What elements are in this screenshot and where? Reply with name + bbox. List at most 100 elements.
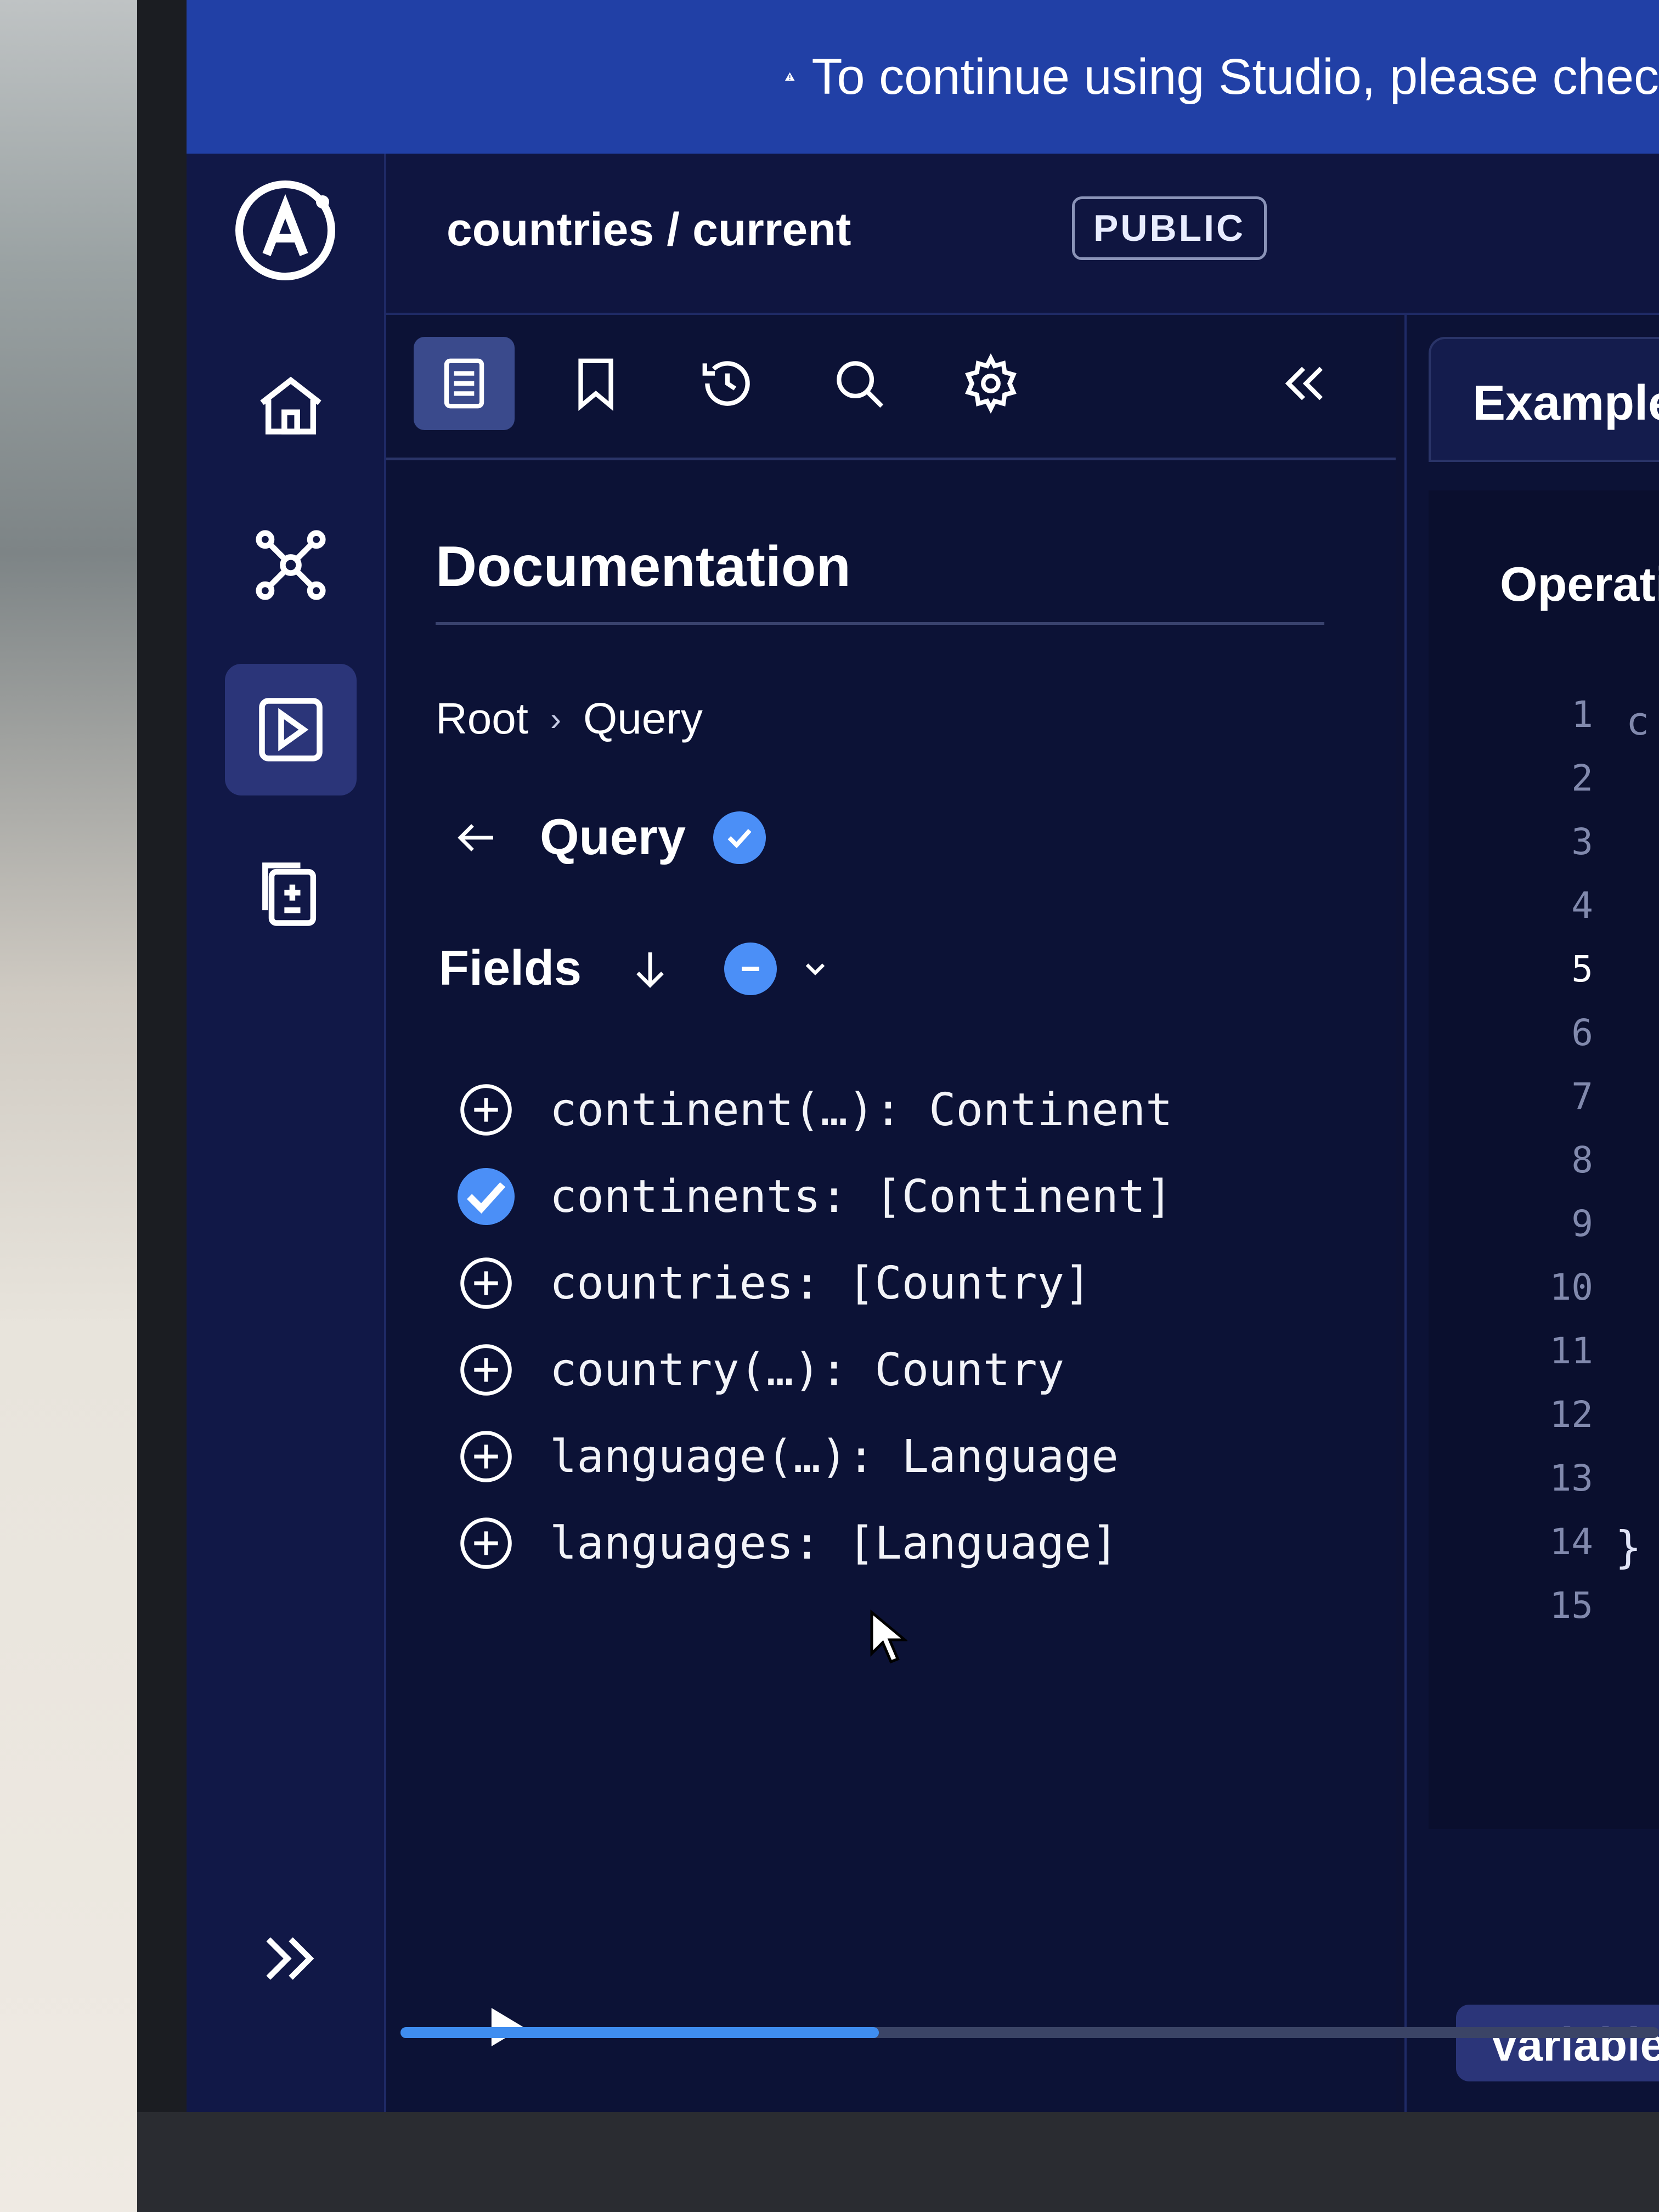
checks-icon bbox=[262, 862, 317, 926]
line-number: 7 bbox=[1571, 1075, 1593, 1118]
field-signature: language(…): Language bbox=[550, 1430, 1119, 1483]
field-checkbox-add[interactable] bbox=[458, 1081, 515, 1138]
line-number: 9 bbox=[1571, 1203, 1593, 1245]
back-arrow-icon[interactable] bbox=[452, 813, 501, 862]
line-number: 13 bbox=[1549, 1457, 1593, 1499]
operation-label: Operati bbox=[1500, 557, 1659, 611]
bookmark-icon bbox=[578, 358, 613, 411]
collapse-panel-button[interactable] bbox=[1253, 337, 1354, 430]
field-checkbox-add[interactable] bbox=[458, 1255, 515, 1312]
line-number: 6 bbox=[1571, 1012, 1593, 1054]
add-field-icon bbox=[460, 1517, 512, 1569]
warning-icon bbox=[785, 72, 795, 81]
panel-heading: Documentation bbox=[436, 535, 851, 599]
breadcrumb-current[interactable]: Query bbox=[583, 693, 703, 744]
type-header: Query bbox=[452, 809, 766, 866]
breadcrumb: Root › Query bbox=[436, 693, 703, 744]
chevron-down-icon[interactable] bbox=[799, 952, 832, 985]
type-selected-check[interactable] bbox=[713, 811, 766, 864]
field-row[interactable]: countries: [Country] bbox=[458, 1240, 1172, 1327]
fields-label: Fields bbox=[439, 941, 582, 996]
field-signature: continent(…): Continent bbox=[550, 1084, 1173, 1136]
rail-checks-button[interactable] bbox=[225, 828, 357, 960]
breadcrumb-root[interactable]: Root bbox=[436, 693, 528, 744]
search-icon bbox=[837, 361, 884, 408]
studio-screen: To continue using Studio, please chec co… bbox=[187, 0, 1659, 2112]
office-background bbox=[0, 0, 143, 2212]
settings-icon bbox=[965, 353, 1017, 414]
bookmarks-tab[interactable] bbox=[545, 337, 646, 430]
minus-icon bbox=[742, 966, 760, 971]
field-signature: countries: [Country] bbox=[550, 1257, 1092, 1310]
code-fragment: c bbox=[1626, 699, 1650, 744]
fields-header: Fields bbox=[439, 940, 832, 997]
field-row[interactable]: language(…): Language bbox=[458, 1413, 1172, 1500]
example-tab-label: Example bbox=[1472, 376, 1659, 431]
line-number: 15 bbox=[1549, 1584, 1593, 1627]
field-list: continent(…): Continent continents: [Cont… bbox=[458, 1066, 1172, 1587]
graph-header: countries / current PUBLIC bbox=[386, 154, 1659, 315]
line-number: 2 bbox=[1571, 757, 1593, 799]
field-row[interactable]: continent(…): Continent bbox=[458, 1066, 1172, 1153]
documentation-tab[interactable] bbox=[414, 337, 515, 430]
variables-tab-label: Variables bbox=[1489, 2019, 1659, 2070]
rail-explorer-button[interactable] bbox=[225, 664, 357, 795]
check-icon bbox=[467, 1182, 506, 1214]
line-number: 10 bbox=[1549, 1266, 1593, 1308]
field-selected-check bbox=[458, 1168, 515, 1225]
field-signature: continents: [Continent] bbox=[550, 1170, 1173, 1223]
visibility-badge: PUBLIC bbox=[1072, 196, 1267, 260]
deselect-all-button[interactable] bbox=[724, 942, 777, 995]
line-number: 1 bbox=[1571, 693, 1593, 736]
closing-brace: } bbox=[1615, 1522, 1642, 1573]
laptop-bezel-bottom bbox=[137, 2112, 1659, 2212]
history-tab[interactable] bbox=[677, 337, 778, 430]
apollo-logo-icon[interactable] bbox=[230, 176, 340, 285]
breadcrumb-separator: › bbox=[550, 700, 561, 737]
history-icon bbox=[702, 361, 750, 406]
field-checkbox-add[interactable] bbox=[458, 1428, 515, 1485]
collapse-icon bbox=[1285, 366, 1323, 400]
add-field-icon bbox=[460, 1257, 512, 1309]
check-icon bbox=[727, 828, 752, 848]
line-number: 3 bbox=[1571, 821, 1593, 863]
line-number: 14 bbox=[1549, 1521, 1593, 1563]
home-icon bbox=[260, 376, 321, 435]
field-checkbox-add[interactable] bbox=[458, 1515, 515, 1572]
add-field-icon bbox=[460, 1084, 512, 1136]
field-row[interactable]: country(…): Country bbox=[458, 1327, 1172, 1413]
field-row[interactable]: continents: [Continent] bbox=[458, 1153, 1172, 1240]
field-signature: country(…): Country bbox=[550, 1344, 1064, 1396]
type-name: Query bbox=[540, 809, 686, 865]
line-number: 11 bbox=[1549, 1330, 1593, 1372]
field-checkbox-checked[interactable] bbox=[458, 1168, 515, 1225]
mouse-cursor-icon bbox=[870, 1610, 907, 1664]
rail-home-button[interactable] bbox=[225, 340, 357, 472]
rail-schema-button[interactable] bbox=[225, 499, 357, 631]
doc-toolbar bbox=[386, 315, 1396, 460]
graph-title[interactable]: countries / current bbox=[447, 203, 851, 256]
field-row[interactable]: languages: [Language] bbox=[458, 1500, 1172, 1587]
progress-fill bbox=[400, 2027, 879, 2038]
field-signature: languages: [Language] bbox=[550, 1517, 1119, 1570]
add-field-icon bbox=[460, 1431, 512, 1482]
documentation-icon bbox=[444, 358, 484, 409]
line-number: 5 bbox=[1571, 948, 1593, 990]
nav-rail bbox=[187, 154, 386, 2112]
expand-icon bbox=[266, 1937, 314, 1980]
search-tab[interactable] bbox=[809, 337, 910, 430]
documentation-panel: Documentation Root › Query Query Fields bbox=[386, 315, 1396, 2112]
operation-panel: Example Operati 1 2 3 4 5 6 7 8 9 10 11 12 13 14 15 c … bbox=[1404, 315, 1659, 2112]
progress-bar[interactable] bbox=[400, 2027, 1659, 2038]
field-checkbox-add[interactable] bbox=[458, 1341, 515, 1398]
settings-tab[interactable] bbox=[940, 337, 1041, 430]
warning-banner[interactable]: To continue using Studio, please chec bbox=[187, 0, 1659, 154]
line-number: 8 bbox=[1571, 1139, 1593, 1181]
line-number: 4 bbox=[1571, 884, 1593, 927]
line-number-gutter: 1 2 3 4 5 6 7 8 9 10 11 12 13 14 15 bbox=[1462, 693, 1593, 1648]
line-number: 12 bbox=[1549, 1393, 1593, 1436]
rail-expand-button[interactable] bbox=[225, 1893, 357, 2024]
heading-divider bbox=[436, 622, 1324, 625]
add-field-icon bbox=[460, 1344, 512, 1396]
sort-arrow-icon[interactable] bbox=[625, 944, 675, 994]
